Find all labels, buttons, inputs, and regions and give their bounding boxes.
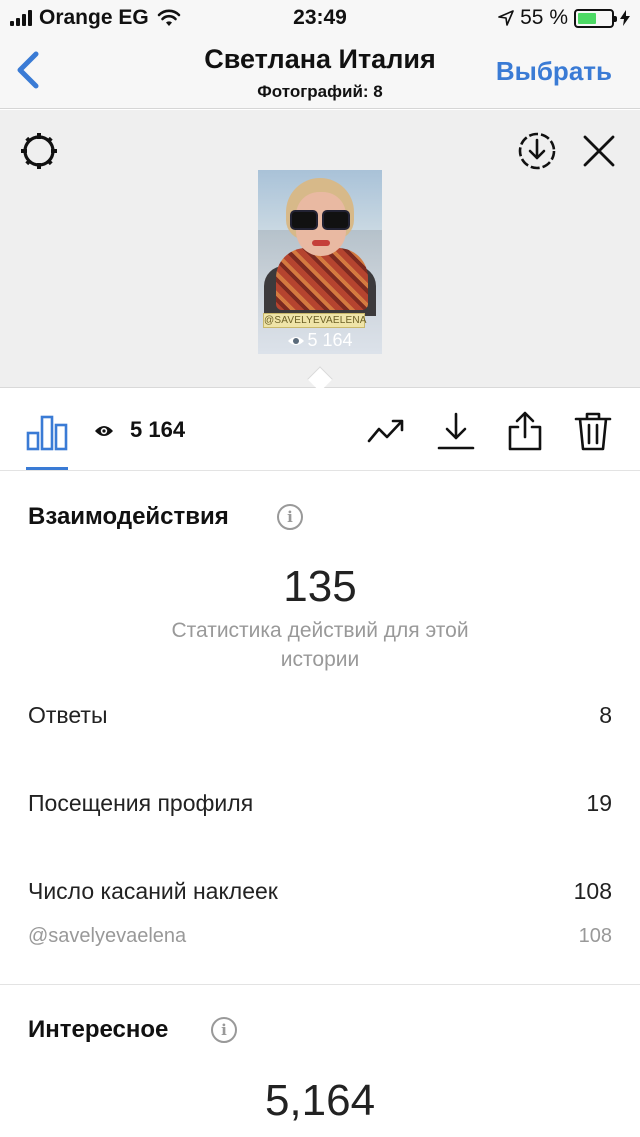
story-toolbar: 5 164 bbox=[0, 389, 640, 471]
replies-value: 8 bbox=[599, 702, 612, 728]
charging-bolt-icon bbox=[620, 10, 630, 26]
sticker-taps-label: Число касаний наклеек bbox=[28, 878, 278, 904]
story-views-count: 5 164 bbox=[307, 330, 353, 350]
interactions-title: Взаимодействия bbox=[28, 503, 229, 530]
profile-visits-label: Посещения профиля bbox=[28, 790, 254, 816]
photo-scarf bbox=[276, 248, 368, 310]
story-views: 5 164 bbox=[258, 330, 382, 351]
discovery-info-icon[interactable]: i bbox=[211, 1017, 237, 1043]
replies-label: Ответы bbox=[28, 702, 108, 728]
story-thumbnail[interactable]: @SAVELYEVAELENA 5 164 bbox=[258, 170, 382, 354]
select-button[interactable]: Выбрать bbox=[496, 56, 612, 87]
battery-fill bbox=[578, 12, 596, 24]
close-icon[interactable] bbox=[580, 132, 618, 170]
status-right: 55 % bbox=[498, 6, 630, 30]
discovery-total: 5,164 bbox=[264, 1076, 376, 1125]
status-bar: Orange EG 23:49 55 % bbox=[0, 0, 640, 36]
battery-percent: 55 % bbox=[520, 6, 568, 29]
interactions-info-icon[interactable]: i bbox=[277, 504, 303, 530]
promote-trend-icon[interactable] bbox=[366, 411, 406, 451]
photo-sunglasses bbox=[288, 210, 354, 230]
sticker-mention-label: @savelyevaelena bbox=[28, 925, 187, 947]
insights-bar-chart-icon[interactable] bbox=[26, 413, 68, 451]
settings-gear-icon[interactable] bbox=[18, 130, 60, 172]
photo-lips bbox=[312, 240, 330, 246]
profile-visits-value: 19 bbox=[586, 790, 612, 816]
views-count[interactable]: 5 164 bbox=[130, 417, 185, 443]
sticker-taps-value: 108 bbox=[573, 878, 612, 904]
location-arrow-icon bbox=[498, 10, 514, 26]
interactions-total: 135 bbox=[283, 562, 357, 611]
discovery-title: Интересное bbox=[28, 1016, 169, 1043]
active-tab-indicator bbox=[26, 467, 68, 470]
trash-icon[interactable] bbox=[573, 411, 613, 451]
battery-icon bbox=[574, 8, 617, 28]
sticker-mention-value: 108 bbox=[578, 925, 612, 947]
share-icon[interactable] bbox=[505, 411, 545, 451]
interactions-caption: Статистика действий для этой истории bbox=[171, 619, 469, 671]
section-divider bbox=[0, 984, 640, 985]
download-icon[interactable] bbox=[436, 411, 476, 451]
download-circle-icon[interactable] bbox=[516, 130, 558, 172]
views-eye-icon bbox=[95, 426, 113, 436]
eye-icon bbox=[288, 337, 305, 346]
mention-sticker[interactable]: @SAVELYEVAELENA bbox=[263, 313, 366, 328]
story-viewer: @SAVELYEVAELENA 5 164 bbox=[0, 110, 640, 388]
navigation-bar: Светлана Италия Фотографий: 8 Выбрать bbox=[0, 36, 640, 109]
